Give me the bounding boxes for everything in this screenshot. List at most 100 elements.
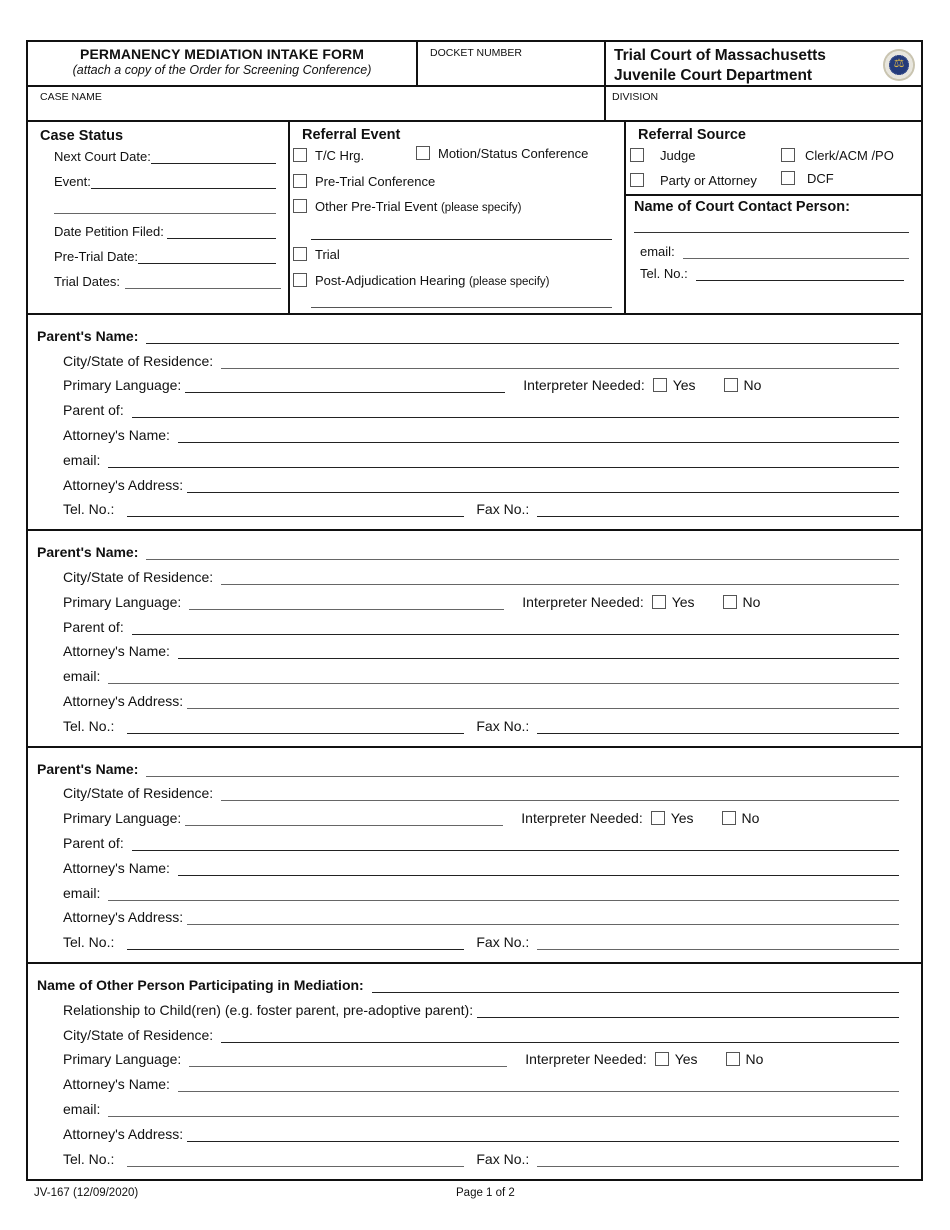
- parent-name-row: Parent's Name:: [28, 319, 921, 344]
- interpreter-no-checkbox[interactable]: [722, 594, 737, 609]
- interpreter-no-checkbox[interactable]: [721, 811, 736, 826]
- tel-input[interactable]: [127, 721, 465, 734]
- pre-trial-date-input[interactable]: [138, 249, 276, 264]
- checkbox[interactable]: [416, 146, 430, 160]
- contact-tel-label: Tel. No.:: [640, 266, 688, 281]
- checkbox[interactable]: [293, 273, 307, 287]
- city-state-input[interactable]: [221, 1030, 899, 1043]
- city-state-input[interactable]: [221, 572, 899, 585]
- tel-fax-row: Tel. No.: Fax No.:: [28, 1142, 921, 1167]
- checkbox[interactable]: [630, 148, 644, 162]
- interpreter-yes-checkbox[interactable]: [650, 811, 665, 826]
- event-option-motion-status[interactable]: Motion/Status Conference: [416, 146, 588, 161]
- email-input[interactable]: [108, 1104, 899, 1117]
- attorney-address-input[interactable]: [187, 480, 899, 493]
- interpreter-yes-checkbox[interactable]: [651, 594, 666, 609]
- source-option-clerk-acm-po[interactable]: Clerk/ACM /PO: [781, 148, 894, 163]
- parent-name-input[interactable]: [146, 547, 899, 561]
- checkbox[interactable]: [630, 173, 644, 187]
- interpreter-no-checkbox[interactable]: [723, 378, 738, 393]
- tel-label: Tel. No.:: [63, 934, 115, 951]
- source-option-dcf[interactable]: DCF: [781, 171, 834, 186]
- primary-language-input[interactable]: [189, 1054, 508, 1068]
- post-adjudication-specify-input[interactable]: [311, 307, 612, 308]
- tel-input[interactable]: [127, 937, 465, 951]
- relationship-input[interactable]: [477, 1005, 899, 1018]
- email-input[interactable]: [108, 671, 899, 685]
- fax-input[interactable]: [537, 937, 899, 951]
- fax-label: Fax No.:: [476, 1150, 530, 1167]
- attorney-name-input[interactable]: [177, 863, 899, 876]
- attorney-address-label: Attorney's Address:: [63, 909, 184, 926]
- attorney-name-input[interactable]: [177, 430, 899, 443]
- form-title: PERMANENCY MEDIATION INTAKE FORM: [80, 46, 364, 62]
- city-state-input[interactable]: [221, 788, 899, 802]
- attorney-name-input[interactable]: [177, 1079, 899, 1093]
- parent-name-input[interactable]: [146, 331, 899, 344]
- tel-input[interactable]: [127, 504, 465, 518]
- source-option-judge[interactable]: Judge: [630, 148, 695, 163]
- court-seal-icon: ⚖: [883, 49, 915, 81]
- event-option-trial[interactable]: Trial: [293, 247, 340, 262]
- court-contact-title: Name of Court Contact Person:: [634, 199, 850, 215]
- event-continuation-input[interactable]: [54, 199, 276, 214]
- email-input[interactable]: [108, 455, 899, 468]
- checkbox[interactable]: [293, 247, 307, 261]
- other-pre-trial-specify-input[interactable]: [311, 239, 612, 240]
- other-person-name-input[interactable]: [371, 980, 899, 993]
- city-state-row: City/State of Residence:: [28, 344, 921, 369]
- parent-of-input[interactable]: [131, 838, 899, 851]
- attorney-name-input[interactable]: [177, 646, 899, 660]
- interpreter-no-checkbox[interactable]: [725, 1052, 740, 1067]
- primary-language-input[interactable]: [189, 597, 505, 610]
- primary-language-input[interactable]: [185, 813, 504, 827]
- event-input[interactable]: [90, 174, 276, 189]
- option-label: Judge: [660, 148, 696, 163]
- court-cell: Trial Court of Massachusetts Juvenile Co…: [606, 42, 921, 85]
- docket-number-field[interactable]: DOCKET NUMBER: [418, 42, 606, 85]
- attorney-address-input[interactable]: [187, 1129, 899, 1142]
- checkbox[interactable]: [293, 148, 307, 162]
- event-option-tc-hrg[interactable]: T/C Hrg.: [293, 148, 364, 163]
- next-court-date-input[interactable]: [150, 149, 276, 164]
- parent-name-input[interactable]: [146, 764, 899, 777]
- attorney-address-input[interactable]: [187, 696, 899, 709]
- yes-label: Yes: [672, 377, 696, 394]
- interpreter-yes-checkbox[interactable]: [654, 1052, 669, 1067]
- fax-input[interactable]: [537, 504, 899, 518]
- city-state-label: City/State of Residence:: [63, 1026, 214, 1043]
- interpreter-yes-checkbox[interactable]: [652, 378, 667, 393]
- parent-section-2: Parent's Name: City/State of Residence: …: [28, 531, 921, 748]
- contact-tel-row: Tel. No.:: [640, 266, 904, 281]
- city-state-input[interactable]: [221, 356, 899, 369]
- event-row: Event:: [40, 164, 288, 189]
- city-state-label: City/State of Residence:: [63, 568, 214, 585]
- parent-of-input[interactable]: [131, 622, 899, 635]
- contact-tel-input[interactable]: [695, 266, 904, 281]
- tel-input[interactable]: [127, 1154, 465, 1167]
- fax-input[interactable]: [537, 721, 899, 734]
- event-option-pre-trial-conference[interactable]: Pre-Trial Conference: [293, 174, 435, 189]
- fax-input[interactable]: [537, 1154, 899, 1167]
- checkbox[interactable]: [781, 148, 795, 162]
- checkbox[interactable]: [293, 199, 307, 213]
- checkbox[interactable]: [781, 171, 795, 185]
- parent-of-input[interactable]: [131, 405, 899, 419]
- event-option-other-pre-trial[interactable]: Other Pre-Trial Event (please specify): [293, 199, 522, 214]
- trial-dates-input[interactable]: [124, 274, 281, 289]
- email-input[interactable]: [108, 888, 899, 901]
- contact-email-input[interactable]: [682, 244, 909, 259]
- attorney-address-input[interactable]: [187, 912, 899, 926]
- source-option-party-attorney[interactable]: Party or Attorney: [630, 173, 757, 188]
- city-state-label: City/State of Residence:: [63, 352, 214, 369]
- date-petition-filed-input[interactable]: [166, 224, 276, 239]
- primary-language-input[interactable]: [185, 380, 506, 394]
- checkbox[interactable]: [293, 174, 307, 188]
- interpreter-needed: Interpreter Needed: Yes No: [521, 810, 759, 826]
- division-field[interactable]: DIVISION: [606, 87, 921, 120]
- event-option-post-adjudication[interactable]: Post-Adjudication Hearing (please specif…: [293, 273, 549, 288]
- interpreter-needed-label: Interpreter Needed:: [521, 810, 643, 827]
- case-name-field[interactable]: CASE NAME: [28, 87, 606, 120]
- court-contact-name-input[interactable]: [634, 232, 909, 233]
- fax-label: Fax No.:: [476, 934, 530, 951]
